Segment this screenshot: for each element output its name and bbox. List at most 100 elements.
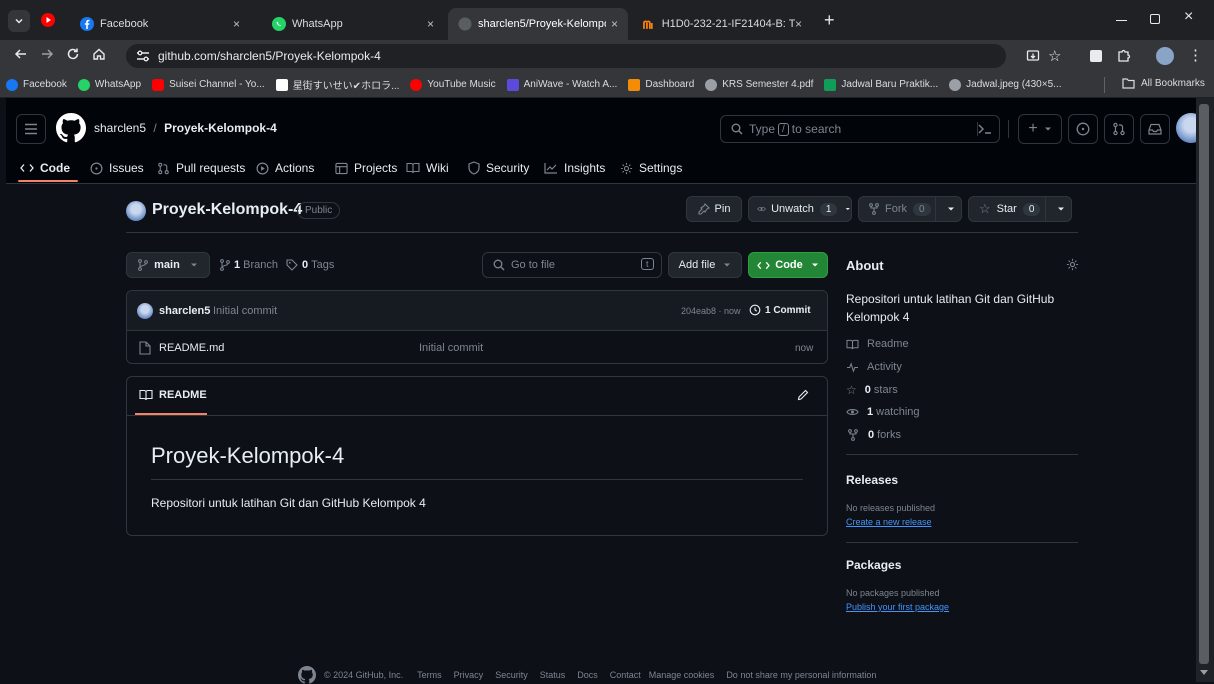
tab-moodle[interactable]: H1D0-232-21-IF21404-B: Tugas × [632,8,812,40]
commit-author-avatar[interactable] [137,303,153,319]
restore-icon[interactable] [1150,14,1160,24]
close-window-icon[interactable]: × [1184,8,1193,26]
footer-link-docs[interactable]: Docs [577,670,598,680]
go-to-file-input[interactable]: Go to file t [482,252,662,278]
file-name[interactable]: README.md [159,342,224,354]
bookmark-item[interactable]: 星街すいせい✔ホロラ... [275,77,399,92]
create-release-link[interactable]: Create a new release [846,517,932,527]
file-commit-message[interactable]: Initial commit [419,342,483,354]
tab-search-button[interactable] [8,10,30,32]
owner-link[interactable]: sharclen5 [94,121,146,135]
site-info-icon[interactable] [136,50,150,62]
create-new-button[interactable]: + [1018,114,1062,144]
commit-author[interactable]: sharclen5 [159,305,210,317]
github-logo-icon[interactable] [298,666,316,684]
add-file-button[interactable]: Add file [668,252,742,278]
bookmark-item[interactable]: YouTube Music [410,78,496,91]
tab-settings[interactable]: Settings [620,156,682,180]
repo-link[interactable]: Proyek-Kelompok-4 [164,121,277,135]
activity-link[interactable]: Activity [846,361,902,373]
inbox-button[interactable] [1140,114,1170,144]
footer-link-contact[interactable]: Contact [610,670,641,680]
bookmark-item[interactable]: Suisei Channel - Yo... [152,78,265,91]
pull-requests-button[interactable] [1104,114,1134,144]
commit-hash[interactable]: 204eab8 · now [681,306,741,316]
pin-button[interactable]: Pin [686,196,742,222]
footer-link-terms[interactable]: Terms [417,670,442,680]
back-icon[interactable] [14,47,28,61]
about-settings-icon[interactable] [1066,258,1079,271]
new-tab-button[interactable]: + [824,10,835,31]
forks-link[interactable]: 0 forks [846,429,901,441]
watching-link[interactable]: 1 watching [846,406,920,418]
close-tab-button[interactable]: × [427,17,434,31]
scroll-down-icon[interactable] [1200,670,1208,676]
publish-package-link[interactable]: Publish your first package [846,602,949,612]
tab-projects[interactable]: Projects [335,156,397,180]
tab-issues[interactable]: Issues [90,156,144,180]
tab-code[interactable]: Code [20,156,70,180]
packages-heading[interactable]: Packages [846,558,901,572]
chrome-menu-icon[interactable]: ⋮ [1188,46,1203,64]
install-app-icon[interactable] [1026,49,1040,63]
bookmark-item[interactable]: Facebook [6,78,67,91]
pinned-youtube-tab[interactable] [40,12,58,28]
extensions-puzzle-icon[interactable] [1116,48,1132,64]
branches-link[interactable]: 1 Branch [220,259,278,271]
unwatch-button[interactable]: Unwatch 1 [748,196,852,222]
bookmark-item[interactable]: Dashboard [628,78,694,91]
tab-insights[interactable]: Insights [544,156,605,180]
home-icon[interactable] [92,47,106,61]
close-tab-button[interactable]: × [795,17,802,31]
command-palette-button[interactable] [970,115,1000,143]
table-row[interactable]: README.md Initial commit now [127,332,827,363]
stars-link[interactable]: ☆ 0 stars [846,383,898,397]
profile-avatar[interactable] [1156,47,1174,65]
minimize-icon[interactable] [1116,20,1127,21]
bookmark-item[interactable]: WhatsApp [77,78,141,91]
footer-link-security[interactable]: Security [495,670,528,680]
all-bookmarks-button[interactable]: All Bookmarks [1122,78,1205,89]
footer-link-privacy[interactable]: Privacy [454,670,484,680]
tab-whatsapp[interactable]: WhatsApp × [262,8,444,40]
tab-github-repo[interactable]: sharclen5/Proyek-Kelompok-4 × [448,8,628,40]
fork-button[interactable]: Fork 0 [858,196,962,222]
extension-icon[interactable] [1090,50,1102,62]
forward-icon[interactable] [40,47,54,61]
code-button[interactable]: Code [748,252,828,278]
issues-button[interactable] [1068,114,1098,144]
readme-tab-label: README [159,389,207,401]
tags-link[interactable]: 0 Tags [286,259,334,271]
branch-select[interactable]: main [126,252,210,278]
edit-readme-icon[interactable] [797,389,809,401]
url-field[interactable]: github.com/sharclen5/Proyek-Kelompok-4 [126,44,1006,68]
bookmark-star-icon[interactable]: ☆ [1048,47,1061,65]
footer-link-status[interactable]: Status [540,670,566,680]
tab-actions[interactable]: Actions [256,156,314,180]
readme-tab[interactable]: README [139,389,207,401]
tab-wiki[interactable]: Wiki [406,156,449,180]
repo-owner-avatar[interactable] [126,201,146,221]
tab-pull-requests[interactable]: Pull requests [157,156,245,180]
scrollbar-thumb[interactable] [1199,104,1209,664]
close-tab-button[interactable]: × [611,17,618,31]
bookmark-item[interactable]: AniWave - Watch A... [506,78,617,91]
github-logo-icon[interactable] [56,113,86,143]
readme-link[interactable]: Readme [846,338,909,350]
releases-heading[interactable]: Releases [846,473,898,487]
commits-link[interactable]: 1 Commit [749,304,811,316]
close-tab-button[interactable]: × [233,17,240,31]
search-input[interactable]: Type / to search [720,115,1000,143]
bookmark-item[interactable]: Jadwal.jpeg (430×5... [949,78,1061,91]
reload-icon[interactable] [66,47,80,61]
repo-title[interactable]: Proyek-Kelompok-4 [152,201,302,219]
menu-button[interactable] [16,114,46,144]
footer-link-cookies[interactable]: Manage cookies [649,670,715,680]
tab-security[interactable]: Security [468,156,529,180]
bookmark-item[interactable]: Jadwal Baru Praktik... [824,78,938,91]
footer-link-do-not-share[interactable]: Do not share my personal information [726,670,876,680]
commit-message[interactable]: Initial commit [213,305,277,317]
tab-facebook[interactable]: Facebook × [70,8,250,40]
star-button[interactable]: ☆ Star 0 [968,196,1072,222]
bookmark-item[interactable]: KRS Semester 4.pdf [705,78,813,91]
